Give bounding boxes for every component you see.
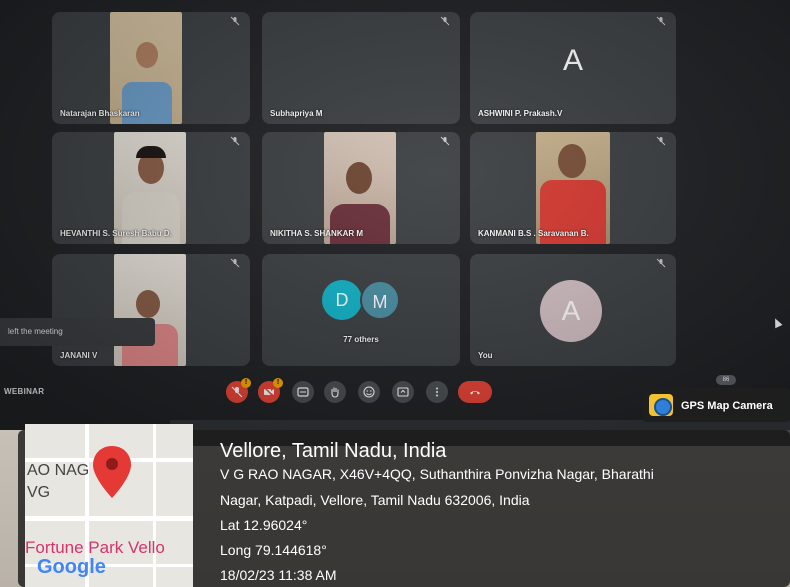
participant-tile[interactable]: JANANI V: [52, 254, 250, 366]
map-label: AO NAG: [27, 462, 90, 479]
participant-name: JANANI V: [60, 351, 98, 360]
participant-name: KANMANI B.S . Saravanan B.: [478, 229, 589, 238]
avatar-m: M: [360, 280, 400, 320]
participant-name: HEVANTHI S. Suresh Babu D.: [60, 229, 172, 238]
meeting-title: WEBINAR: [4, 387, 45, 396]
participant-video: [114, 132, 186, 244]
mouse-cursor-icon: [771, 316, 783, 329]
participant-video: [114, 254, 186, 366]
gps-camera-icon: [649, 394, 673, 416]
participant-tile[interactable]: KANMANI B.S . Saravanan B.: [470, 132, 676, 244]
google-logo: Google: [37, 556, 106, 578]
captions-icon: [297, 387, 309, 397]
participant-tile[interactable]: HEVANTHI S. Suresh Babu D.: [52, 132, 250, 244]
more-options-button[interactable]: [426, 381, 448, 403]
mic-off-icon: [440, 136, 450, 146]
location-title: Vellore, Tamil Nadu, India: [220, 440, 447, 462]
hand-icon: [331, 387, 339, 398]
mic-off-icon: [230, 16, 240, 26]
mic-off-icon: [230, 136, 240, 146]
participant-count-badge: 86: [716, 375, 736, 385]
gps-app-badge: GPS Map Camera: [643, 388, 790, 422]
participant-face: [558, 144, 586, 178]
end-call-button[interactable]: [458, 381, 492, 403]
participant-video: [110, 12, 182, 124]
participant-video: [536, 132, 610, 244]
address-line-2: Nagar, Katpadi, Vellore, Tamil Nadu 6320…: [220, 492, 530, 508]
timestamp: 18/02/23 11:38 AM: [220, 567, 337, 583]
address-line-1: V G RAO NAGAR, X46V+4QQ, Suthanthira Pon…: [220, 466, 654, 482]
camera-toggle-button[interactable]: !: [258, 378, 283, 403]
mic-off-icon: [440, 16, 450, 26]
participant-video: [324, 132, 396, 244]
mic-off-icon: [230, 258, 240, 268]
alert-badge: !: [241, 378, 251, 388]
participant-face: [136, 42, 158, 68]
participant-tile[interactable]: Natarajan Bhaskaran: [52, 12, 250, 124]
mic-off-icon: [656, 136, 666, 146]
emoji-button[interactable]: [358, 381, 380, 403]
mic-off-icon: [231, 386, 243, 398]
present-icon: [397, 387, 409, 397]
map-pin-icon: [93, 446, 131, 498]
emoji-icon: [363, 386, 375, 398]
gps-app-name: GPS Map Camera: [681, 400, 773, 412]
participant-name: Natarajan Bhaskaran: [60, 109, 140, 118]
participant-initial: A: [562, 44, 583, 77]
mic-off-icon: [656, 16, 666, 26]
others-count: 77 others: [343, 335, 379, 344]
left-meeting-toast: left the meeting: [0, 318, 155, 346]
more-vertical-icon: [436, 387, 438, 397]
participant-tile[interactable]: A ASHWINI P. Prakash.V: [470, 12, 676, 124]
participant-tile-others[interactable]: D M 77 others: [262, 254, 460, 366]
captions-button[interactable]: [292, 381, 314, 403]
alert-badge: !: [273, 378, 283, 388]
participant-name: NIKITHA S. SHANKAR M: [270, 229, 364, 238]
participant-name: ASHWINI P. Prakash.V: [478, 109, 563, 118]
camera-off-icon: [263, 386, 275, 398]
longitude: Long 79.144618°: [220, 542, 327, 558]
participant-tile[interactable]: Subhapriya M: [262, 12, 460, 124]
latitude: Lat 12.96024°: [220, 517, 308, 533]
avatar-d: D: [322, 280, 362, 320]
mic-toggle-button[interactable]: !: [226, 378, 251, 403]
participant-face: [346, 162, 372, 194]
raise-hand-button[interactable]: [324, 381, 346, 403]
map-label: VG: [27, 484, 51, 501]
map-poi-label: Fortune Park Vello: [25, 538, 165, 557]
participant-tile[interactable]: NIKITHA S. SHANKAR M: [262, 132, 460, 244]
avatar-you: A: [540, 280, 602, 342]
map-thumbnail[interactable]: AO NAG VG Fortune Park Vello Google: [25, 424, 193, 587]
participant-name: You: [478, 351, 493, 360]
meet-screen: Natarajan Bhaskaran Subhapriya M A ASHWI…: [0, 0, 790, 430]
participant-tile-self[interactable]: A You: [470, 254, 676, 366]
present-button[interactable]: [392, 381, 414, 403]
hang-up-icon: [470, 391, 480, 395]
mic-off-icon: [656, 258, 666, 268]
participant-name: Subhapriya M: [270, 109, 323, 118]
participant-face: [136, 290, 160, 318]
